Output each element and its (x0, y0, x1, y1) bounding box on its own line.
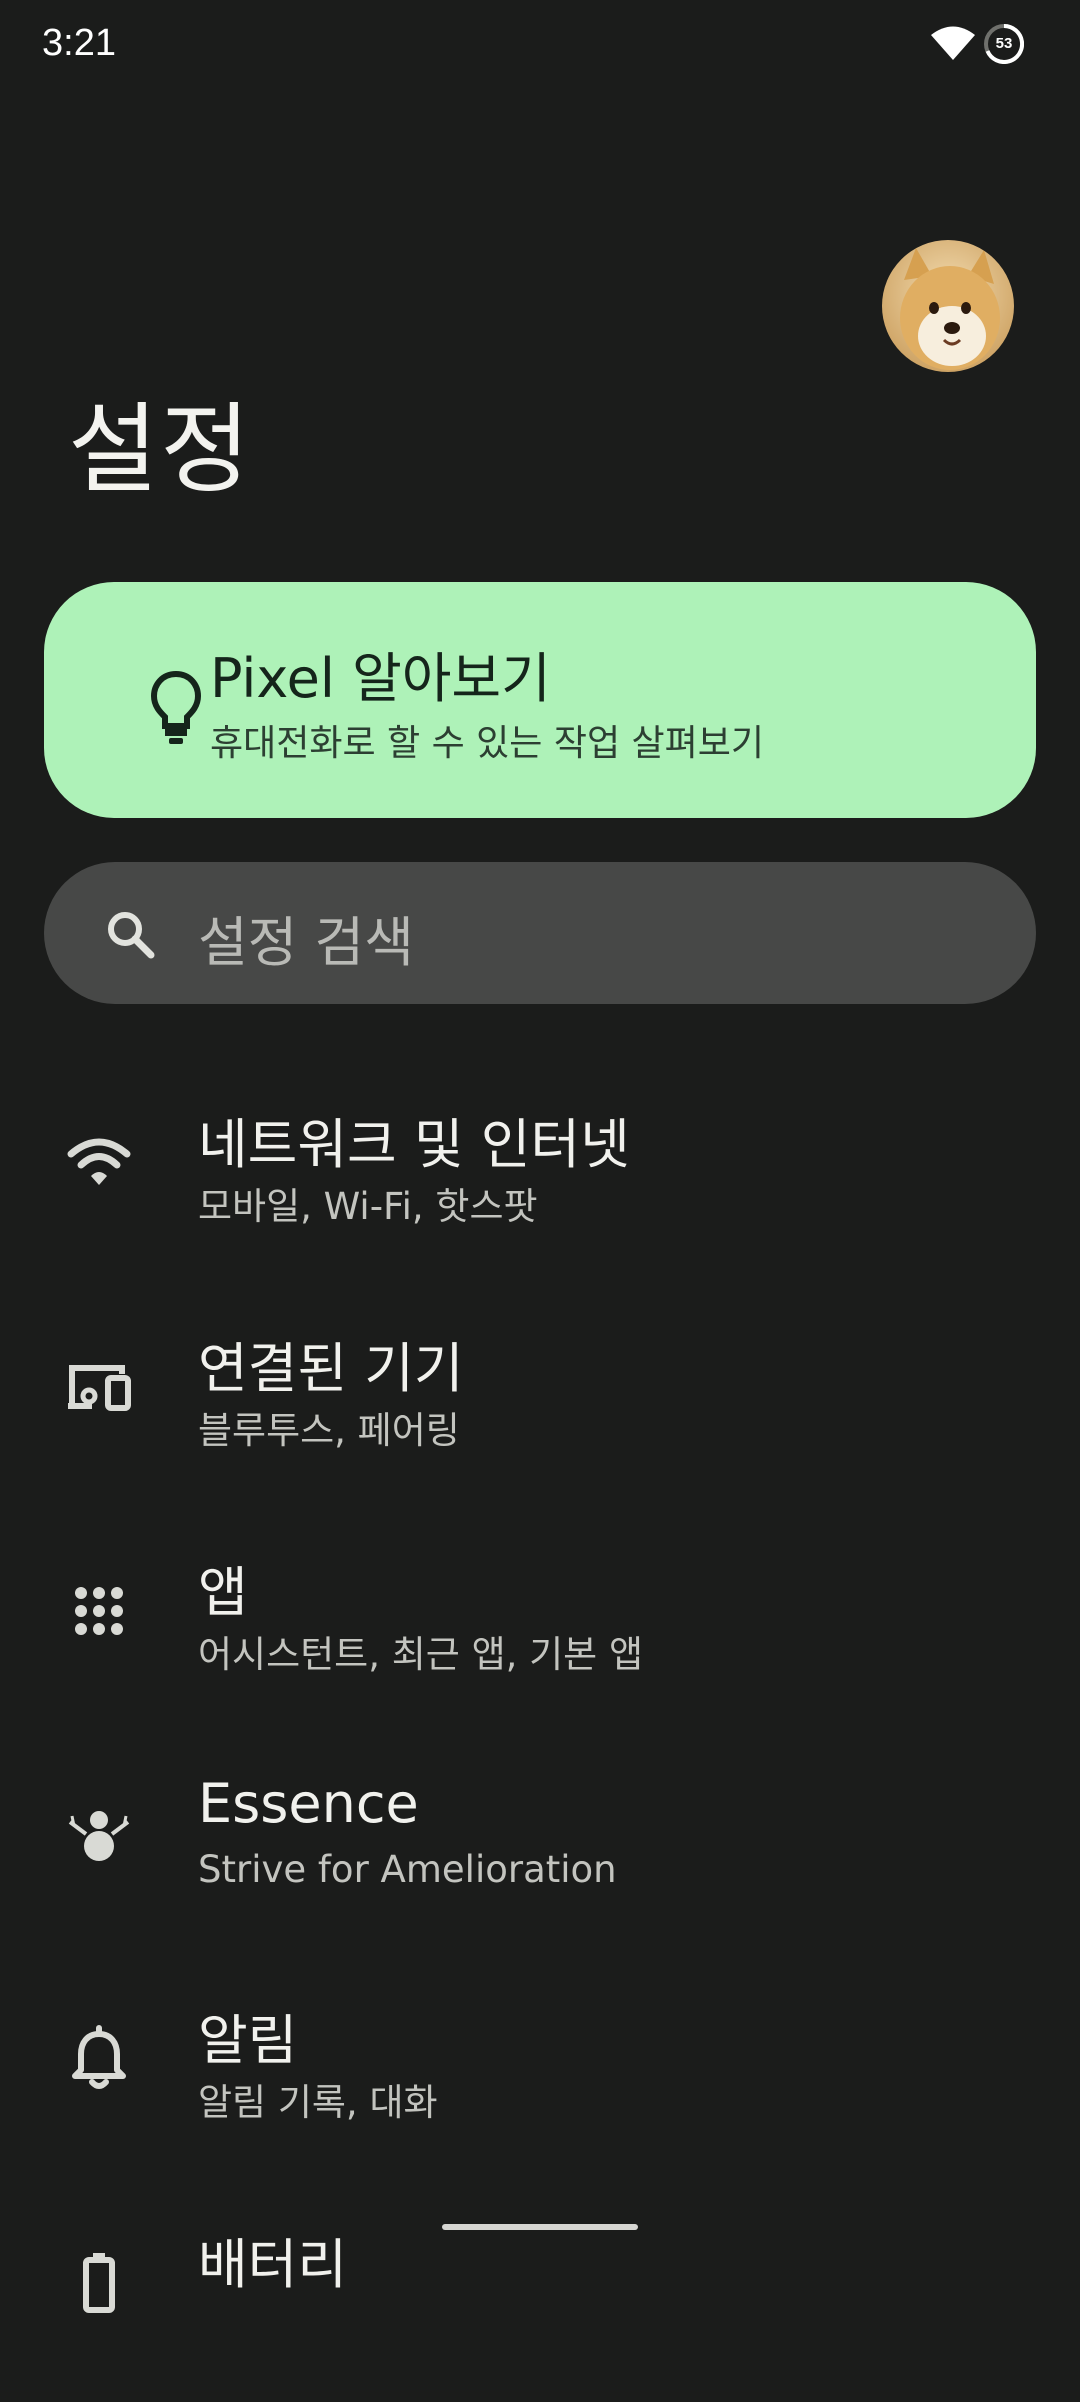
apps-grid-icon (75, 1587, 123, 1635)
battery-icon: 53 (984, 23, 1025, 64)
profile-avatar[interactable] (882, 240, 1014, 372)
item-subtitle: 블루투스, 페어링 (198, 1409, 460, 1452)
page-title: 설정 (68, 393, 253, 507)
gesture-nav-handle[interactable] (442, 2224, 638, 2230)
item-subtitle: 어시스턴트, 최근 앱, 기본 앱 (198, 1633, 644, 1676)
item-subtitle: 알림 기록, 대화 (198, 2081, 438, 2124)
settings-item-battery[interactable]: 배터리 (0, 2178, 1080, 2402)
connected-devices-icon (68, 1365, 131, 1411)
status-bar: 3:21 53 (0, 0, 1080, 94)
battery-icon (83, 2253, 115, 2313)
search-bar[interactable]: 설정 검색 (44, 862, 1036, 1004)
settings-item-essence[interactable]: Essence Strive for Amelioration (0, 1730, 1080, 1954)
item-title: 앱 (198, 1561, 248, 1624)
item-subtitle: 모바일, Wi-Fi, 핫스팟 (198, 1185, 538, 1228)
wifi-icon (931, 26, 975, 60)
pixel-tips-card[interactable]: Pixel 알아보기 휴대전화로 할 수 있는 작업 살펴보기 (44, 582, 1036, 818)
pixel-card-title: Pixel 알아보기 (210, 647, 551, 710)
search-icon (108, 912, 155, 959)
settings-item-connected-devices[interactable]: 연결된 기기 블루투스, 페어링 (0, 1282, 1080, 1506)
bell-icon (72, 2025, 126, 2089)
wifi-icon (67, 1138, 131, 1185)
item-title: 연결된 기기 (198, 1337, 464, 1400)
pixel-card-subtitle: 휴대전화로 할 수 있는 작업 살펴보기 (210, 723, 765, 764)
settings-item-apps[interactable]: 앱 어시스턴트, 최근 앱, 기본 앱 (0, 1506, 1080, 1730)
lightbulb-icon (150, 670, 202, 744)
item-title: 알림 (198, 2009, 298, 2072)
item-title: 배터리 (198, 2233, 348, 2296)
settings-item-network[interactable]: 네트워크 및 인터넷 모바일, Wi-Fi, 핫스팟 (0, 1058, 1080, 1282)
snowman-icon (68, 1811, 130, 1861)
search-placeholder: 설정 검색 (198, 911, 414, 974)
settings-item-notifications[interactable]: 알림 알림 기록, 대화 (0, 1954, 1080, 2178)
battery-level: 53 (995, 35, 1013, 52)
item-subtitle: Strive for Amelioration (198, 1848, 617, 1891)
status-time: 3:21 (42, 22, 116, 64)
item-title: Essence (198, 1772, 419, 1835)
item-title: 네트워크 및 인터넷 (198, 1113, 630, 1176)
